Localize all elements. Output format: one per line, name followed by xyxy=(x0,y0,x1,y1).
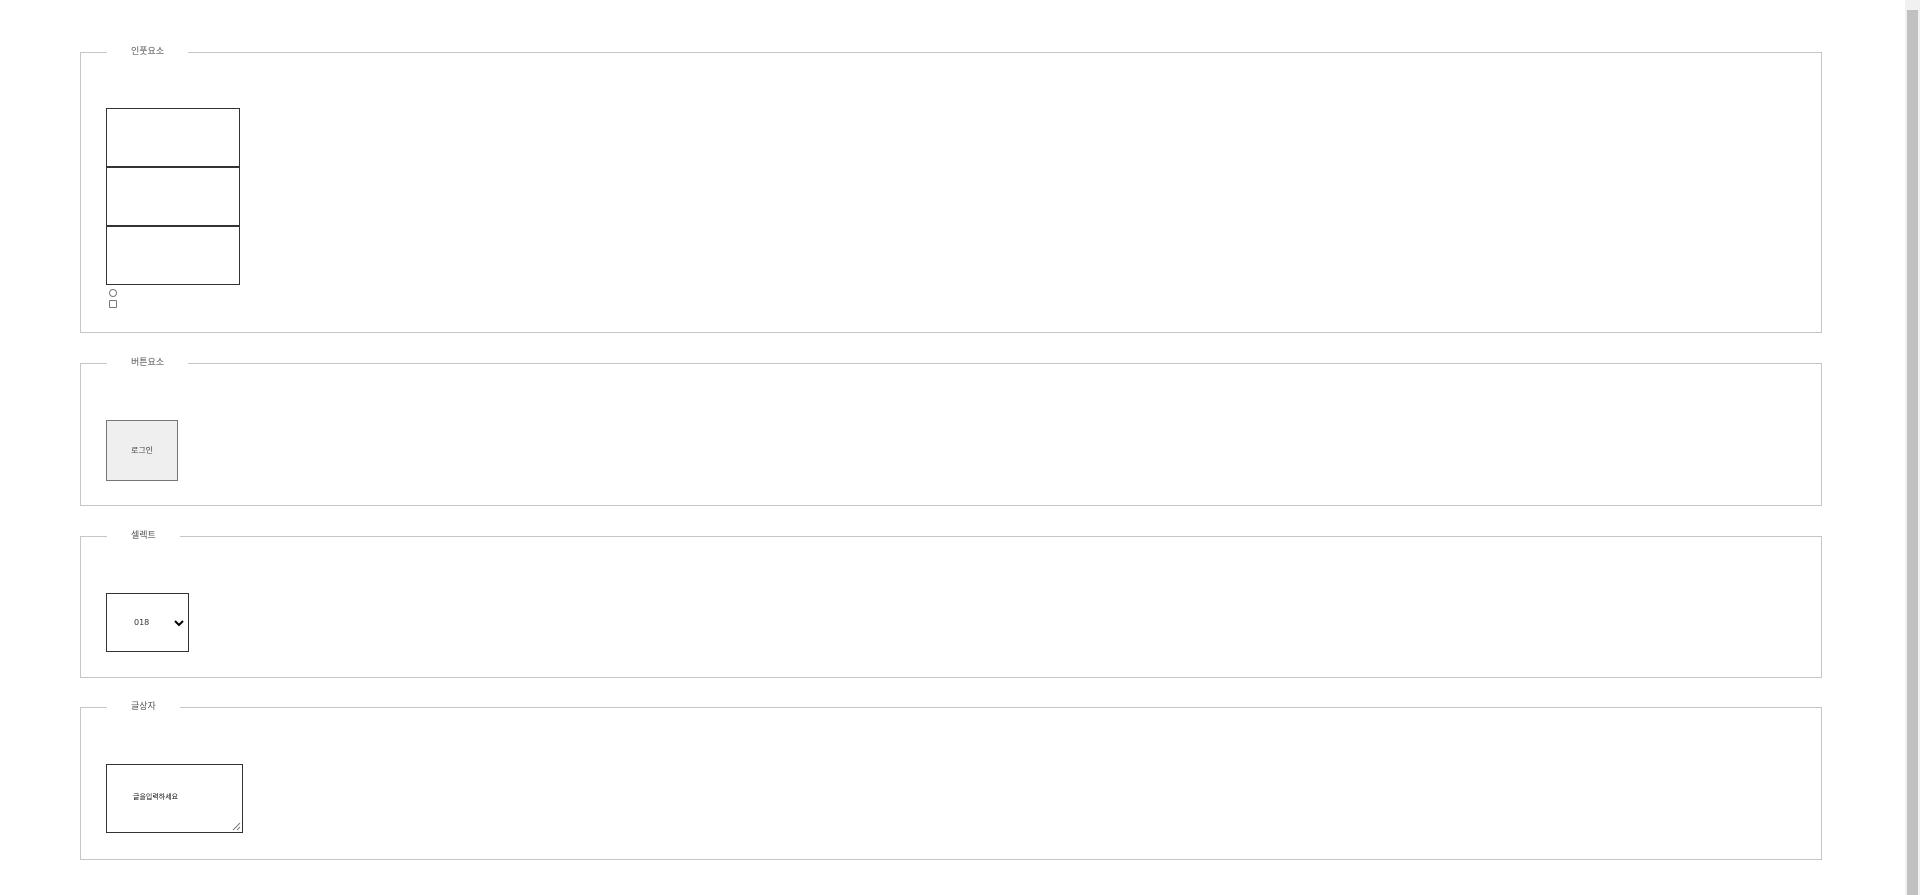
resize-grip-icon[interactable] xyxy=(232,822,241,831)
scrollbar-track[interactable] xyxy=(1905,0,1920,895)
radio-button[interactable] xyxy=(109,289,117,297)
text-input-2[interactable] xyxy=(106,167,240,226)
textarea-content: 글을입력하세요 xyxy=(133,793,179,801)
input-fieldset-legend: 인풋요소 xyxy=(107,45,189,59)
text-area[interactable]: 글을입력하세요 xyxy=(106,764,243,833)
text-input-1[interactable] xyxy=(106,108,240,167)
button-fieldset-legend: 버튼요소 xyxy=(107,356,189,370)
phone-prefix-select[interactable]: 018 xyxy=(106,593,189,652)
button-fieldset: 버튼요소 로그인 xyxy=(80,356,1822,506)
select-fieldset: 셀렉트 018 xyxy=(80,529,1822,678)
checkbox[interactable] xyxy=(109,300,117,308)
select-fieldset-legend: 셀렉트 xyxy=(107,529,180,543)
chevron-down-icon xyxy=(174,619,184,626)
textarea-fieldset: 글상자 글을입력하세요 xyxy=(80,700,1822,860)
select-value: 018 xyxy=(134,618,150,627)
login-button[interactable]: 로그인 xyxy=(106,420,178,481)
scrollbar-thumb[interactable] xyxy=(1907,10,1918,895)
text-input-3[interactable] xyxy=(106,226,240,285)
input-fieldset: 인풋요소 xyxy=(80,45,1822,333)
textarea-fieldset-legend: 글상자 xyxy=(107,700,180,714)
